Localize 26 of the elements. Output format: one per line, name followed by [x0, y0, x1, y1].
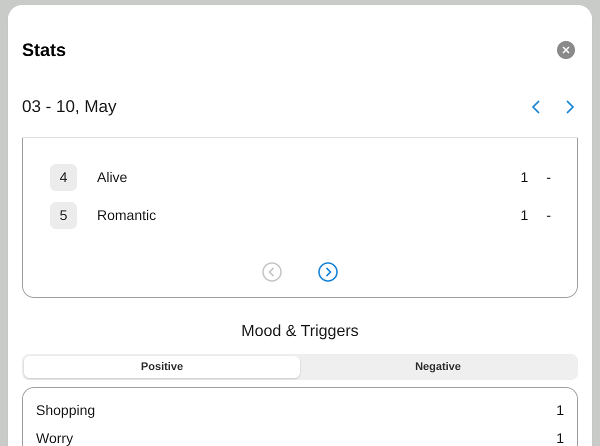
section-title: Mood & Triggers [241, 322, 359, 342]
trigger-count: 1 [556, 400, 564, 420]
trigger-name: Worry [36, 428, 74, 446]
chevron-left-icon [530, 100, 542, 114]
trigger-count: 1 [556, 428, 564, 446]
close-icon [562, 46, 570, 54]
mood-name: Alive [97, 168, 128, 186]
previous-week-button[interactable] [530, 100, 542, 114]
circled-chevron-left-icon [262, 262, 282, 282]
sheet-title: Stats [22, 39, 66, 61]
rank-badge: 4 [50, 164, 77, 190]
circled-chevron-right-icon [318, 262, 338, 282]
mood-name: Romantic [97, 206, 158, 224]
change-value: - [546, 206, 551, 224]
trigger-name: Shopping [36, 400, 96, 420]
segment-tab[interactable]: Negative [300, 356, 576, 378]
next-page-button[interactable] [318, 262, 338, 282]
change-value: - [546, 168, 551, 186]
next-week-button[interactable] [564, 100, 576, 114]
rank-badge: 5 [50, 202, 77, 228]
mood-count: 1 [520, 168, 528, 186]
mood-count: 1 [520, 206, 528, 224]
date-range: 03 - 10, May [22, 96, 116, 118]
segment-tab[interactable]: Positive [24, 356, 300, 378]
close-button[interactable] [557, 41, 575, 59]
chevron-right-icon [564, 100, 576, 114]
